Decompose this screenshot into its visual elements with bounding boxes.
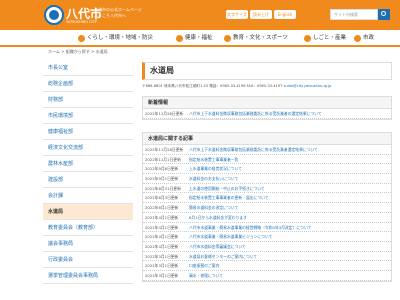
search-input[interactable]: サイト内検索 xyxy=(330,9,378,20)
briefcase-icon xyxy=(304,35,311,42)
list-item: 2022年8月31日更新 上水道の使用開始・中止のお手続きについて xyxy=(143,184,391,194)
sidebar-item[interactable]: 教育委員会（教育部） xyxy=(43,220,133,236)
site-header: 八代市 YATSUSHIRO CITY 八代市の公式ホームページ ようこそ八代市… xyxy=(0,0,400,30)
nav-work[interactable]: しごと・産業 xyxy=(304,30,346,47)
sidebar-item[interactable]: 財務部 xyxy=(43,92,133,108)
news-heading: 新着情報 xyxy=(143,97,391,109)
read-aloud-button[interactable]: 読み上げ xyxy=(250,10,272,19)
article-link[interactable]: 水道料金のお支払いについて xyxy=(189,174,238,183)
list-item: 2022年11月1日更新 指定給水装置工事事業者一覧 xyxy=(143,155,391,165)
nav-life[interactable]: くらし・環境・地域・防災 xyxy=(78,30,153,47)
list-item: 2022年4月1日更新 八代市水道事業・簡易水道事業ビジョンについて xyxy=(143,232,391,242)
article-date: 2022年3月1日更新 xyxy=(145,253,179,259)
city-logo-icon[interactable] xyxy=(44,5,64,25)
list-item: 2022年4月1日更新 6月1日から水道料金が変わります xyxy=(143,213,391,223)
list-item: 2022年4月1日更新 八代市水道料金等審議会について xyxy=(143,242,391,252)
contact-info: 〒866-8601 熊本県八代市松江城町1-25 電話：0965-33-4196… xyxy=(142,84,332,88)
article-date: 2022年11月1日更新 xyxy=(145,156,181,162)
article-date: 2022年8月31日更新 xyxy=(145,185,181,191)
page-title: 水道局 xyxy=(142,62,392,80)
article-date: 2022年6月3日更新 xyxy=(145,195,179,201)
global-nav: くらし・環境・地域・防災 健康・福祉 教育・文化・スポーツ しごと・産業 市政 xyxy=(0,30,400,47)
sidebar-item[interactable]: 会計課 xyxy=(43,188,133,204)
article-link[interactable]: 八代市水道事業・簡易水道事業の経営戦略（令和4年3月改定）について xyxy=(189,223,311,232)
article-date: 2022年9月6日更新 xyxy=(145,166,179,172)
article-date: 2022年4月1日更新 xyxy=(145,243,179,249)
news-box: 新着情報 2022年11月28日更新 八代市上下水道料金徴収事務包括業務委託に係る… xyxy=(142,96,392,120)
book-icon xyxy=(224,35,231,42)
list-item: 2022年11月28日更新 八代市上下水道料金徴収事務包括業務委託に係る受託業者の… xyxy=(143,109,391,119)
article-date: 2022年4月1日更新 xyxy=(145,224,179,230)
sidebar-item[interactable]: 建設部 xyxy=(43,172,133,188)
article-date: 2022年11月28日更新 xyxy=(145,147,184,152)
nav-city[interactable]: 市政 xyxy=(354,30,374,47)
sidebar-item[interactable]: 経済文化交流部 xyxy=(43,140,133,156)
building-icon xyxy=(354,35,361,42)
list-item: 2022年3月1日更新 水道局お客様センターのご案内について xyxy=(143,252,391,262)
font-size-button[interactable]: 文字サイズ xyxy=(226,10,248,19)
list-item: 2022年11月28日更新 八代市上下水道料金徴収事務包括業務委託に係る受託業者選… xyxy=(143,145,391,155)
heart-icon xyxy=(176,35,183,42)
article-link[interactable]: 八代市水道料金等審議会について xyxy=(189,242,246,251)
list-item: 2022年4月1日更新 八代市水道事業・簡易水道事業の経営戦略（令和4年3月改定）… xyxy=(143,223,391,233)
article-link[interactable]: 指定給水装置工事事業者の更新・届出について xyxy=(189,193,269,202)
home-icon xyxy=(78,35,85,42)
nav-health[interactable]: 健康・福祉 xyxy=(176,30,213,47)
article-date: 2022年4月1日更新 xyxy=(145,214,179,220)
main-content: 水道局 〒866-8601 熊本県八代市松江城町1-25 電話：0965-33-… xyxy=(142,62,392,300)
article-link[interactable]: 漏水・修理について xyxy=(189,271,223,280)
article-link[interactable]: 指定給水装置工事事業者一覧 xyxy=(189,155,238,164)
article-link[interactable]: 簡易水道料金の改定について xyxy=(189,203,238,212)
sidebar-item[interactable]: 市長公室 xyxy=(43,60,133,76)
article-date: 2022年11月28日更新 xyxy=(145,111,184,116)
contact-email-link[interactable]: suido@city.yatsushiro.lg.jp xyxy=(284,84,332,88)
sidebar-item[interactable]: 健康福祉部 xyxy=(43,124,133,140)
site-name-roman: YATSUSHIRO CITY xyxy=(66,20,97,24)
sidebar-item[interactable]: 市民環境部 xyxy=(43,108,133,124)
article-link[interactable]: 八代市水道事業・簡易水道事業ビジョンについて xyxy=(189,232,272,241)
article-link[interactable]: 6月1日から水道料金が変わります xyxy=(189,213,247,222)
sidebar: 市長公室 総務企画部 財務部 市民環境部 健康福祉部 経済文化交流部 農林水産部 建設部 会計課… xyxy=(43,60,133,300)
article-date: 2022年3月1日更新 xyxy=(145,263,179,269)
article-date: 2022年6月1日更新 xyxy=(145,205,179,211)
sidebar-item[interactable]: 選挙管理委員会事務局 xyxy=(43,268,133,284)
article-link[interactable]: 水道局お客様センターのご案内について xyxy=(189,252,257,261)
sidebar-item[interactable]: 農林水産部 xyxy=(43,156,133,172)
sidebar-item[interactable]: 水道局 xyxy=(43,204,133,220)
list-item: 2022年3月1日更新 口座振替のご案内 xyxy=(143,261,391,271)
language-button[interactable]: English xyxy=(274,10,296,19)
list-item: 2022年9月6日更新 上水道事業の経営状況について xyxy=(143,164,391,175)
list-item: 2022年9月1日更新 水道料金のお支払いについて xyxy=(143,174,391,184)
search-icon xyxy=(381,11,386,16)
breadcrumb[interactable]: ホーム > 組織から探す > 水道局 xyxy=(48,49,108,55)
list-item: 2022年6月1日更新 簡易水道料金の改定について xyxy=(143,203,391,213)
sidebar-item[interactable]: 議会事務局 xyxy=(43,236,133,252)
nav-education[interactable]: 教育・文化・スポーツ xyxy=(224,30,288,47)
related-box: 水道局に関する記事 2022年11月28日更新 八代市上下水道料金徴収事務包括業務… xyxy=(142,132,392,282)
article-date: 2022年4月1日更新 xyxy=(145,234,179,240)
article-date: 2022年9月1日更新 xyxy=(145,176,179,182)
sidebar-item[interactable]: 総務企画部 xyxy=(43,76,133,92)
sidebar-item[interactable]: 行政委員会 xyxy=(43,252,133,268)
tagline: 八代市の公式ホームページ ようこそ八代市へ xyxy=(94,7,142,18)
article-link[interactable]: 八代市上下水道料金徴収事務包括業務委託に係る受託業者の選定結果について xyxy=(189,109,322,118)
article-link[interactable]: 口座振替のご案内 xyxy=(189,261,219,270)
list-item: 2022年3月1日更新 漏水・修理について xyxy=(143,271,391,281)
related-heading: 水道局に関する記事 xyxy=(143,133,391,145)
article-date: 2022年3月1日更新 xyxy=(145,272,179,278)
search-button[interactable] xyxy=(378,9,390,20)
article-link[interactable]: 八代市上下水道料金徴収事務包括業務委託に係る受託業者選定結果について xyxy=(189,145,318,154)
list-item: 2022年6月3日更新 指定給水装置工事事業者の更新・届出について xyxy=(143,193,391,204)
article-link[interactable]: 上水道事業の経営状況について xyxy=(189,164,242,173)
article-link[interactable]: 上水道の使用開始・中止のお手続きについて xyxy=(189,184,265,193)
